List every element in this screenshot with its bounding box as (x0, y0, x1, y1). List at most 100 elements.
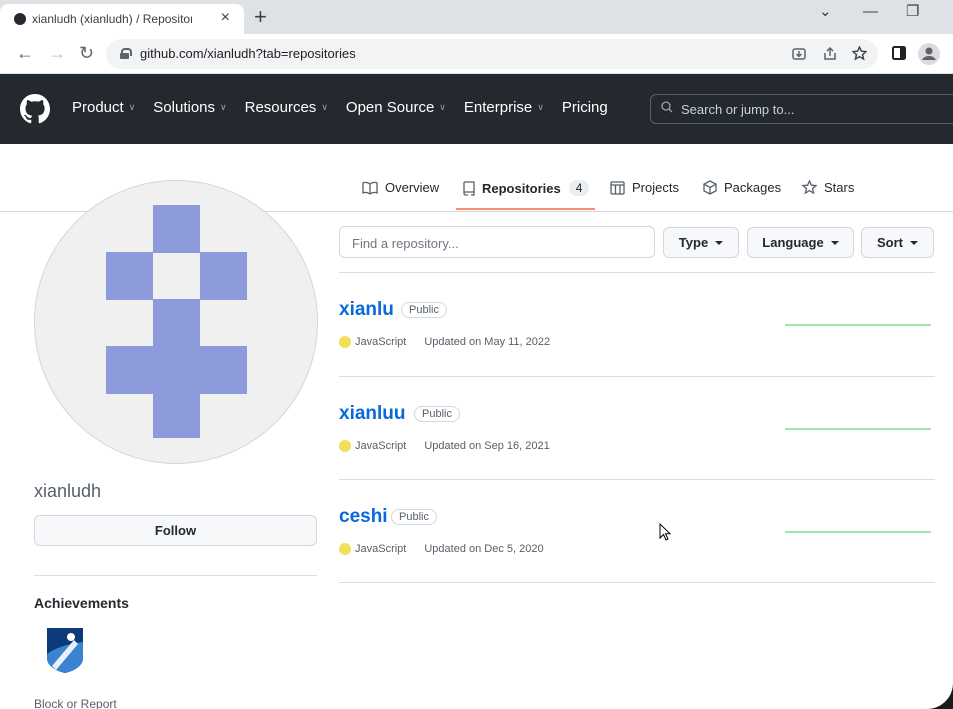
repo-updated: Updated on Dec 5, 2020 (424, 543, 544, 555)
repo-language: JavaScript (355, 440, 407, 452)
minimize-icon[interactable]: — (863, 4, 878, 19)
list-divider (339, 582, 935, 583)
github-nav: Product ∨ Solutions ∨ Resources ∨ Open Sour… (72, 99, 626, 116)
identicon-cell (153, 393, 200, 438)
tab-overview[interactable]: Overview (362, 180, 439, 195)
forward-icon[interactable]: → (48, 43, 66, 63)
caret-down-icon (715, 240, 724, 245)
github-header: Product ∨ Solutions ∨ Resources ∨ Open Sour… (0, 74, 953, 144)
profile-avatar[interactable] (34, 180, 318, 464)
activity-sparkline (785, 531, 931, 533)
reload-icon[interactable]: ↻ (79, 43, 94, 63)
browser-toolbar: ← → ↻ github.com/xianludh?tab=repositori… (0, 34, 953, 74)
nav-resources[interactable]: Resources ∨ (245, 99, 328, 116)
bookmark-star-icon[interactable] (852, 46, 867, 61)
chevron-down-icon: ∨ (220, 102, 227, 112)
nav-enterprise[interactable]: Enterprise ∨ (464, 99, 544, 116)
nav-pricing[interactable]: Pricing (562, 99, 608, 116)
chevron-down-icon: ∨ (439, 102, 446, 112)
achievements-heading: Achievements (34, 595, 129, 611)
repo-icon (463, 180, 475, 196)
repo-language: JavaScript (355, 543, 407, 555)
url-text[interactable]: github.com/xianludh?tab=repositories (140, 46, 356, 61)
install-icon[interactable] (792, 47, 806, 61)
visibility-badge: Public (391, 509, 437, 525)
visibility-badge: Public (401, 302, 447, 318)
identicon-cell (153, 205, 200, 253)
restore-icon[interactable]: ❐ (906, 4, 919, 19)
chevron-down-icon: ∨ (321, 102, 328, 112)
lock-icon[interactable] (120, 48, 132, 59)
mouse-cursor-icon (659, 523, 671, 541)
profile-avatar-icon[interactable] (918, 43, 940, 65)
repo-name-link[interactable]: xianlu (339, 299, 394, 321)
achievement-badge-icon[interactable] (44, 626, 86, 674)
search-icon (661, 101, 673, 113)
github-search-input[interactable]: Search or jump to... (650, 94, 953, 124)
type-filter-button[interactable]: Type (663, 227, 739, 258)
share-icon[interactable] (823, 47, 837, 61)
star-icon (802, 180, 817, 195)
visibility-badge: Public (414, 406, 460, 422)
new-tab-button[interactable]: + (254, 6, 267, 28)
repo-list-item: xianluu Public JavaScript Updated on Sep… (339, 403, 935, 503)
find-repository-input[interactable]: Find a repository... (339, 226, 655, 258)
language-color-dot (339, 543, 351, 555)
browser-tab[interactable]: xianludh (xianludh) / Repositories × (0, 4, 244, 34)
repo-list-item: xianlu Public JavaScript Updated on May … (339, 299, 935, 399)
block-or-report-link[interactable]: Block or Report (34, 697, 117, 709)
repo-name-link[interactable]: xianluu (339, 403, 406, 425)
list-divider (339, 376, 935, 377)
language-color-dot (339, 336, 351, 348)
identicon-cell (106, 346, 247, 394)
activity-sparkline (785, 324, 931, 326)
chevron-down-icon: ∨ (128, 102, 136, 112)
tab-strip: xianludh (xianludh) / Repositories × + ⌄… (0, 0, 953, 34)
nav-solutions[interactable]: Solutions ∨ (153, 99, 226, 116)
profile-username: xianludh (34, 481, 102, 501)
repo-meta: JavaScript Updated on Dec 5, 2020 (339, 543, 544, 555)
repo-meta: JavaScript Updated on Sep 16, 2021 (339, 440, 550, 452)
address-bar[interactable]: github.com/xianludh?tab=repositories (106, 39, 878, 69)
package-icon (703, 180, 717, 195)
tab-projects[interactable]: Projects (610, 180, 679, 195)
repo-language: JavaScript (355, 336, 407, 348)
list-divider (339, 479, 935, 480)
identicon-cell (106, 252, 153, 300)
github-logo-icon[interactable] (20, 94, 50, 124)
sort-button[interactable]: Sort (861, 227, 934, 258)
back-icon[interactable]: ← (16, 43, 34, 63)
repo-list-item: ceshi Public JavaScript Updated on Dec 5… (339, 506, 935, 606)
repo-updated: Updated on Sep 16, 2021 (424, 440, 550, 452)
github-favicon-icon (14, 13, 26, 25)
chevron-down-icon: ∨ (537, 102, 544, 112)
tab-repositories[interactable]: Repositories 4 (463, 180, 590, 196)
language-filter-button[interactable]: Language (747, 227, 854, 258)
tab-search-icon[interactable]: ⌄ (819, 4, 832, 19)
search-placeholder: Search or jump to... (681, 102, 795, 117)
close-tab-icon[interactable]: × (221, 10, 230, 26)
list-divider (339, 272, 935, 273)
browser-window: xianludh (xianludh) / Repositories × + ⌄… (0, 0, 953, 709)
side-panel-icon[interactable] (892, 46, 906, 60)
repo-meta: JavaScript Updated on May 11, 2022 (339, 336, 550, 348)
nav-open-source[interactable]: Open Source ∨ (346, 99, 446, 116)
caret-down-icon (910, 240, 918, 245)
active-tab-indicator (456, 208, 595, 210)
tab-stars[interactable]: Stars (802, 180, 854, 195)
project-board-icon (610, 180, 625, 195)
nav-product[interactable]: Product ∨ (72, 99, 135, 116)
identicon-cell (200, 252, 247, 300)
identicon-cell (153, 299, 200, 347)
tab-packages[interactable]: Packages (703, 180, 781, 195)
caret-down-icon (830, 240, 839, 245)
follow-button[interactable]: Follow (34, 515, 317, 546)
find-repository-placeholder: Find a repository... (352, 236, 459, 251)
activity-sparkline (785, 428, 931, 430)
repo-updated: Updated on May 11, 2022 (424, 336, 551, 348)
repositories-count: 4 (568, 180, 590, 196)
tab-title: xianludh (xianludh) / Repositories (32, 12, 192, 26)
repo-name-link[interactable]: ceshi (339, 506, 388, 528)
book-icon (362, 181, 378, 195)
sidebar-divider (34, 575, 317, 576)
